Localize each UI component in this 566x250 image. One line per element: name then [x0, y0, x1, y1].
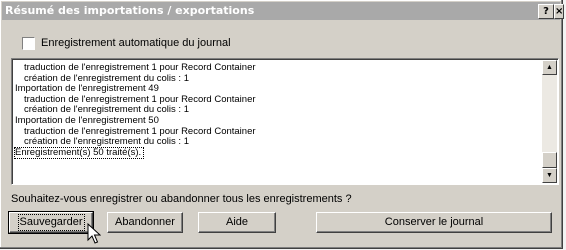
log-line-text: Enregistrement(s) 50 traité(s).	[13, 146, 145, 160]
arrow-up-icon: ▲	[546, 64, 553, 71]
title-help-button[interactable]: ?	[538, 4, 554, 19]
save-button[interactable]: Sauvegarder	[8, 211, 94, 234]
scroll-up-button[interactable]: ▲	[542, 60, 557, 75]
help-icon: ?	[543, 6, 549, 17]
log-scrollbar[interactable]: ▲ ▼	[542, 60, 557, 183]
log-line-text: Importation de l'enregistrement 49	[15, 83, 159, 95]
log-line-text: création de l'enregistrement du colis : …	[24, 104, 189, 116]
window-title: Résumé des importations / exportations	[5, 4, 255, 17]
title-bar[interactable]: Résumé des importations / exportations ?…	[2, 2, 564, 20]
auto-save-label: Enregistrement automatique du journal	[41, 37, 231, 49]
question-text: Souhaitez-vous enregistrer ou abandonner…	[11, 193, 352, 205]
mouse-pointer-icon	[87, 223, 101, 244]
log-line-text: création de l'enregistrement du colis : …	[24, 72, 189, 84]
close-icon: ×	[555, 6, 564, 17]
help-button[interactable]: Aide	[198, 212, 276, 233]
log-line-text: traduction de l'enregistrement 1 pour Re…	[24, 125, 256, 137]
help-button-label: Aide	[225, 216, 249, 228]
auto-save-checkbox[interactable]	[22, 37, 35, 50]
arrow-down-icon: ▼	[546, 172, 553, 179]
keep-log-button[interactable]: Conserver le journal	[316, 212, 552, 233]
log-textbox[interactable]: traduction de l'enregistrement 1 pour Re…	[11, 58, 559, 185]
log-line-text: Importation de l'enregistrement 50	[15, 114, 159, 126]
scroll-thumb[interactable]	[542, 152, 557, 168]
save-button-label: Sauvegarder	[17, 214, 85, 231]
log-line-text: création de l'enregistrement du colis : …	[24, 136, 189, 148]
title-close-button[interactable]: ×	[554, 4, 564, 19]
import-export-summary-dialog: Résumé des importations / exportations ?…	[0, 0, 564, 249]
scroll-down-button[interactable]: ▼	[542, 168, 557, 183]
log-line: Enregistrement(s) 50 traité(s).	[13, 146, 535, 160]
log-lines: traduction de l'enregistrement 1 pour Re…	[13, 62, 535, 160]
log-line-text: traduction de l'enregistrement 1 pour Re…	[24, 62, 256, 73]
log-line-text: traduction de l'enregistrement 1 pour Re…	[24, 93, 256, 105]
abort-button[interactable]: Abandonner	[107, 212, 183, 233]
keep-log-button-label: Conserver le journal	[384, 216, 484, 228]
abort-button-label: Abandonner	[115, 216, 175, 228]
